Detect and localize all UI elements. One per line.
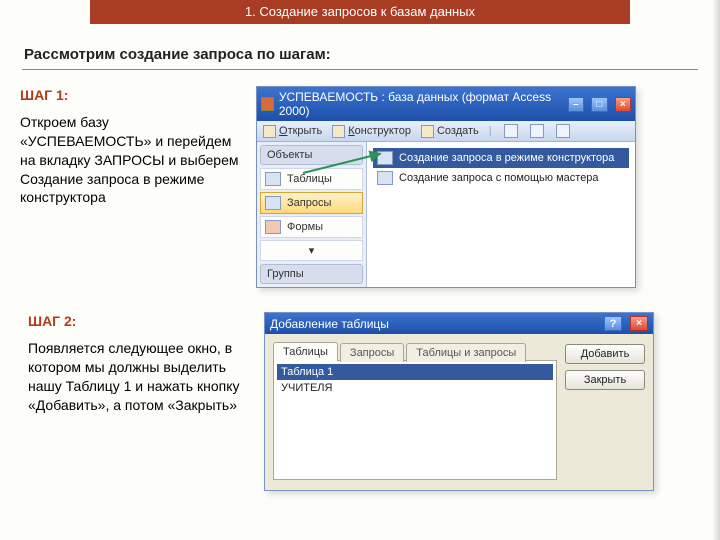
sidebar-groups: Группы	[260, 264, 363, 284]
list-item-teachers[interactable]: УЧИТЕЛЯ	[277, 380, 553, 396]
sidebar-item-forms[interactable]: Формы	[260, 216, 363, 238]
win2-titlebar: Добавление таблицы ? ×	[265, 313, 653, 334]
step1-row: ШАГ 1: Откроем базу «УСПЕВАЕМОСТЬ» и пер…	[20, 86, 700, 288]
tabs-wrap: Таблицы Запросы Таблицы и запросы Таблиц…	[273, 342, 557, 480]
add-table-dialog: Добавление таблицы ? × Таблицы Запросы Т…	[264, 312, 654, 491]
win1-toolbar: Открыть Конструктор Создать |	[257, 121, 635, 142]
step1-text-block: ШАГ 1: Откроем базу «УСПЕВАЕМОСТЬ» и пер…	[20, 86, 240, 207]
design-button[interactable]: Конструктор	[332, 125, 411, 138]
page-banner: 1. Создание запросов к базам данных	[90, 0, 630, 24]
sidebar-item-more[interactable]: ▾	[260, 240, 363, 261]
divider	[22, 69, 698, 70]
open-button[interactable]: Открыть	[263, 125, 322, 138]
option-designer[interactable]: Создание запроса в режиме конструктора	[373, 148, 629, 168]
tables-icon	[265, 172, 281, 186]
view-large-icon[interactable]	[530, 124, 544, 138]
page-subtitle: Рассмотрим создание запроса по шагам:	[24, 46, 720, 63]
option-wizard[interactable]: Создание запроса с помощью мастера	[373, 168, 629, 188]
dialog-close-button[interactable]: ×	[630, 316, 648, 331]
win1-title: УСПЕВАЕМОСТЬ : база данных (формат Acces…	[279, 90, 556, 118]
step2-label: ШАГ 2:	[28, 312, 248, 331]
queries-icon	[265, 196, 281, 210]
create-icon	[421, 125, 434, 138]
tables-listbox[interactable]: Таблица 1 УЧИТЕЛЯ	[273, 360, 557, 480]
db-icon	[261, 97, 274, 111]
close-dialog-button[interactable]: Закрыть	[565, 370, 645, 390]
minimize-button[interactable]: –	[568, 97, 584, 112]
wizard-icon	[377, 171, 393, 185]
step1-text: Откроем базу «УСПЕВАЕМОСТЬ» и перейдем н…	[20, 113, 240, 207]
win1-titlebar: УСПЕВАЕМОСТЬ : база данных (формат Acces…	[257, 87, 635, 121]
maximize-button[interactable]: □	[591, 97, 607, 112]
view-small-icon[interactable]	[504, 124, 518, 138]
tab-tables[interactable]: Таблицы	[273, 342, 338, 361]
add-button[interactable]: Добавить	[565, 344, 645, 364]
access-db-window: УСПЕВАЕМОСТЬ : база данных (формат Acces…	[256, 86, 636, 288]
sidebar-item-queries[interactable]: Запросы	[260, 192, 363, 214]
tabs: Таблицы Запросы Таблицы и запросы	[273, 342, 557, 361]
win1-sidebar: Объекты Таблицы Запросы Формы ▾ Группы	[257, 142, 367, 287]
tab-queries[interactable]: Запросы	[340, 343, 404, 362]
step2-row: ШАГ 2: Появляется следующее окно, в кото…	[20, 312, 700, 491]
win1-content: Создание запроса в режиме конструктора С…	[367, 142, 635, 287]
create-button[interactable]: Создать	[421, 125, 479, 138]
open-icon	[263, 125, 276, 138]
view-list-icon[interactable]	[556, 124, 570, 138]
close-button[interactable]: ×	[615, 97, 631, 112]
design-icon	[332, 125, 345, 138]
help-button[interactable]: ?	[604, 316, 622, 331]
step2-text: Появляется следующее окно, в котором мы …	[28, 339, 248, 415]
step2-text-block: ШАГ 2: Появляется следующее окно, в кото…	[28, 312, 248, 414]
forms-icon	[265, 220, 281, 234]
win2-title: Добавление таблицы	[270, 317, 389, 331]
page-shadow	[712, 0, 720, 540]
dialog-buttons: Добавить Закрыть	[565, 344, 645, 480]
list-item-table1[interactable]: Таблица 1	[277, 364, 553, 380]
tab-both[interactable]: Таблицы и запросы	[406, 343, 526, 362]
step1-label: ШАГ 1:	[20, 86, 240, 105]
